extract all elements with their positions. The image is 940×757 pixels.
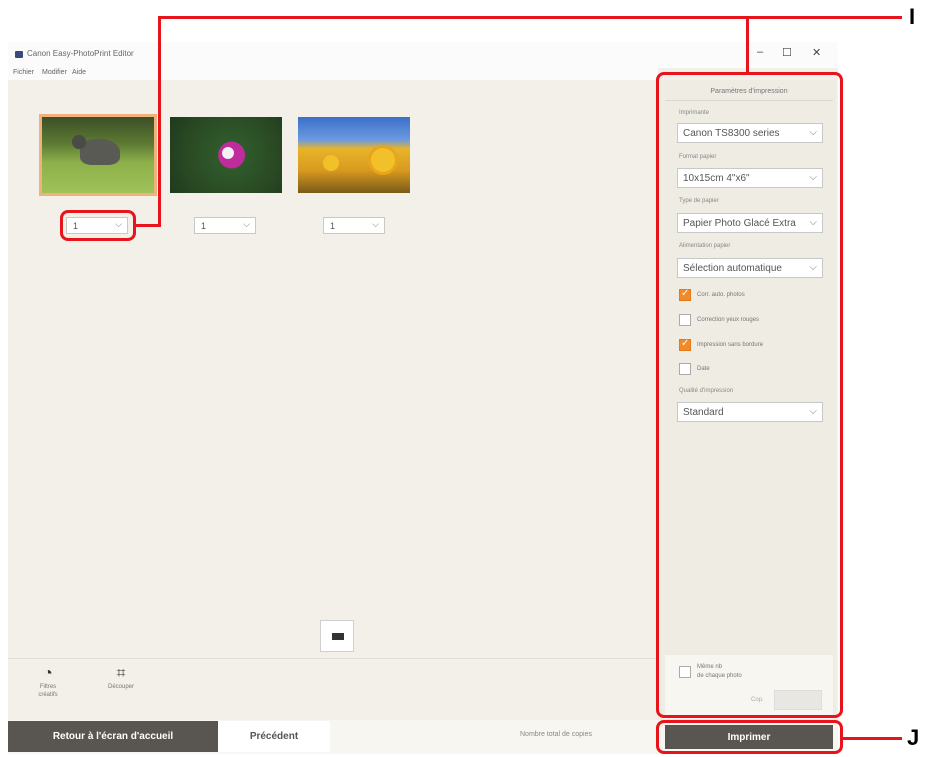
menu-bar <box>8 68 658 80</box>
menu-help[interactable]: Aide <box>72 69 86 76</box>
callout-label-i: I <box>909 4 916 29</box>
filters-icon: ◔ <box>43 665 53 682</box>
callout-line-i-top <box>158 16 902 19</box>
callout-line-i-v1 <box>158 17 161 227</box>
preview-icon <box>332 633 344 640</box>
quantity-select-2[interactable]: 1 ⌵ <box>194 217 256 234</box>
callout-label-j: J <box>907 725 920 750</box>
photo-thumbnail-1[interactable] <box>39 114 157 196</box>
callout-line-i-v2 <box>746 16 749 74</box>
menu-edit[interactable]: Modifier <box>42 69 67 76</box>
total-copies-label: Nombre total de copies <box>520 731 592 738</box>
chevron-down-icon: ⌵ <box>372 219 379 229</box>
menu-file[interactable]: Fichier <box>13 69 34 76</box>
crop-icon: ⌗ <box>116 665 126 682</box>
filters-tool[interactable]: ◔ Filtres créatifs <box>30 665 66 699</box>
photo-thumbnail-2[interactable] <box>170 117 282 193</box>
app-icon <box>15 51 23 58</box>
back-button[interactable]: Précédent <box>218 721 330 752</box>
callout-box-quantity <box>60 210 136 241</box>
close-button[interactable]: ✕ <box>812 46 821 59</box>
callout-box-print <box>656 720 843 754</box>
quantity-select-3[interactable]: 1 ⌵ <box>323 217 385 234</box>
chevron-down-icon: ⌵ <box>243 219 250 229</box>
callout-box-settings <box>656 72 843 718</box>
home-button[interactable]: Retour à l'écran d'accueil <box>8 721 218 752</box>
window-title: Canon Easy-PhotoPrint Editor <box>27 49 134 58</box>
crop-tool[interactable]: ⌗ Découper <box>98 665 144 691</box>
photo-thumbnail-3[interactable] <box>298 117 410 193</box>
preview-button[interactable] <box>320 620 354 652</box>
maximize-button[interactable]: ☐ <box>782 46 792 59</box>
callout-line-j <box>842 737 902 740</box>
minimize-button[interactable]: – <box>757 46 763 58</box>
